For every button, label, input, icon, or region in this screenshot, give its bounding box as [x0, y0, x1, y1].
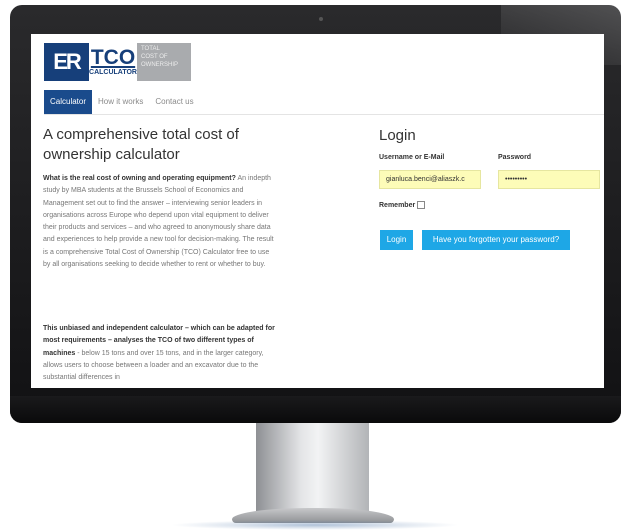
- remember-checkbox[interactable]: [417, 201, 426, 209]
- nav-calculator[interactable]: Calculator: [44, 90, 93, 114]
- login-button[interactable]: Login: [380, 230, 413, 250]
- intro-question: What is the real cost of owning and oper…: [43, 175, 236, 182]
- webcam-dot: [319, 17, 323, 21]
- screen: ER TCO CALCULATOR TOTAL COST OF OWNERSHI…: [31, 34, 604, 388]
- tco-logo-mark: TCO CALCULATOR: [89, 43, 137, 81]
- intro-text: An indepth study by MBA students at the …: [43, 175, 274, 269]
- logo-description: TOTAL COST OF OWNERSHIP: [137, 43, 191, 81]
- nav-how-it-works[interactable]: How it works: [92, 90, 149, 114]
- password-label: Password: [498, 154, 532, 161]
- calculator-text: - below 15 tons and over 15 tons, and in…: [43, 349, 264, 382]
- page-title: A comprehensive total cost of ownership …: [43, 126, 239, 163]
- intro-paragraph: What is the real cost of owning and oper…: [43, 173, 275, 271]
- monitor-stand-neck: [256, 423, 369, 515]
- forgot-password-button[interactable]: Have you forgotten your password?: [422, 230, 570, 250]
- logo-desc-line: OWNERSHIP: [141, 62, 179, 68]
- password-field[interactable]: •••••••••: [498, 170, 600, 189]
- calculator-paragraph: This unbiased and independent calculator…: [43, 323, 275, 384]
- calculator-logo-text: CALCULATOR: [89, 68, 137, 76]
- nav-contact-us[interactable]: Contact us: [149, 90, 199, 114]
- username-field[interactable]: gianluca.benci@aliaszk.c: [379, 170, 481, 189]
- tco-logo-text: TCO: [90, 45, 136, 69]
- site-logo[interactable]: ER TCO CALCULATOR TOTAL COST OF OWNERSHI…: [44, 43, 191, 81]
- remember-me: Remember: [379, 201, 426, 209]
- er-logo-mark: ER: [44, 43, 89, 81]
- username-label: Username or E-Mail: [379, 154, 445, 161]
- logo-desc-line: COST OF: [141, 54, 168, 60]
- stand-shadow: [170, 520, 460, 530]
- main-nav: Calculator How it works Contact us: [44, 90, 604, 115]
- logo-desc-line: TOTAL: [141, 46, 160, 52]
- remember-label: Remember: [379, 201, 416, 209]
- login-title: Login: [379, 127, 416, 144]
- monitor-chin: [10, 396, 621, 423]
